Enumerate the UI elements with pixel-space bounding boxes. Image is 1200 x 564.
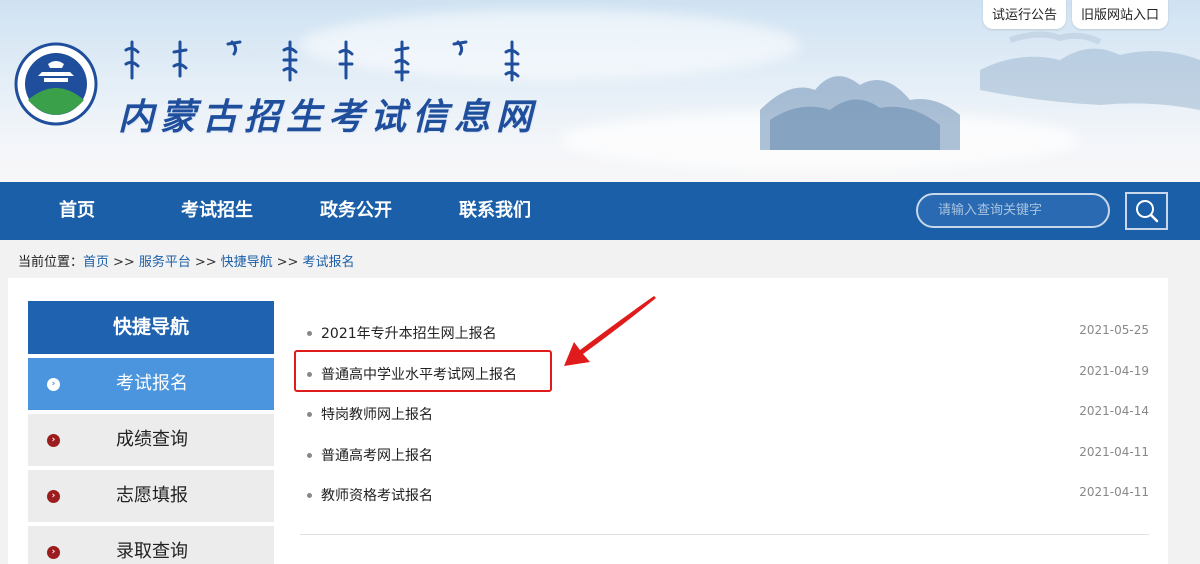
trial-notice-link[interactable]: 试运行公告 xyxy=(982,0,1066,29)
list-item: 2021年专升本招生网上报名 2021-05-25 xyxy=(307,323,1149,345)
search-input[interactable] xyxy=(916,193,1110,228)
sidebar-item-admission-query[interactable]: › 录取查询 xyxy=(28,526,274,564)
nav-government-affairs[interactable]: 政务公开 xyxy=(320,182,392,240)
list-item-title[interactable]: 特岗教师网上报名 xyxy=(321,404,433,424)
nav-home[interactable]: 首页 xyxy=(59,182,95,240)
list-item-date: 2021-04-11 xyxy=(1079,485,1149,499)
list-item-title[interactable]: 2021年专升本招生网上报名 xyxy=(321,323,497,343)
mongolian-script-logo xyxy=(124,40,520,82)
mountain-landscape-image xyxy=(760,31,1200,150)
list-item-date: 2021-05-25 xyxy=(1079,323,1149,337)
bullet-icon xyxy=(307,412,312,417)
list-item-date: 2021-04-11 xyxy=(1079,445,1149,459)
annotation-highlight-box xyxy=(294,350,552,392)
search-icon xyxy=(1136,200,1159,223)
sidebar-item-label: 志愿填报 xyxy=(116,485,188,506)
bullet-icon xyxy=(307,331,312,336)
breadcrumb-service-platform[interactable]: 服务平台 xyxy=(139,255,191,270)
old-site-link[interactable]: 旧版网站入口 xyxy=(1071,0,1168,29)
sidebar-item-label: 考试报名 xyxy=(116,373,188,394)
sidebar-item-score-query[interactable]: › 成绩查询 xyxy=(28,414,274,466)
list-divider xyxy=(300,534,1149,535)
breadcrumb-quick-nav[interactable]: 快捷导航 xyxy=(221,255,273,270)
list-item-title[interactable]: 教师资格考试报名 xyxy=(321,485,433,505)
nav-contact-us[interactable]: 联系我们 xyxy=(459,182,531,240)
list-item: 普通高考网上报名 2021-04-11 xyxy=(307,445,1149,467)
sidebar-item-label: 成绩查询 xyxy=(116,429,188,450)
chevron-right-icon: › xyxy=(47,546,60,559)
header-banner: 试运行公告 旧版网站入口 内蒙古招生考试信息网 xyxy=(0,0,1200,182)
breadcrumb-exam-registration[interactable]: 考试报名 xyxy=(302,255,354,270)
site-logo xyxy=(14,42,98,126)
breadcrumb: 当前位置：首页 >> 服务平台 >> 快捷导航 >> 考试报名 xyxy=(18,251,354,270)
breadcrumb-home[interactable]: 首页 xyxy=(83,255,109,270)
nav-exam-enrollment[interactable]: 考试招生 xyxy=(181,182,253,240)
list-item-date: 2021-04-19 xyxy=(1079,364,1149,378)
sidebar-item-application-filling[interactable]: › 志愿填报 xyxy=(28,470,274,522)
sidebar-item-label: 录取查询 xyxy=(116,541,188,562)
sidebar-header: 快捷导航 xyxy=(28,301,274,354)
breadcrumb-prefix: 当前位置： xyxy=(18,255,84,270)
search-button[interactable] xyxy=(1125,192,1168,230)
list-item: 特岗教师网上报名 2021-04-14 xyxy=(307,404,1149,426)
list-item-date: 2021-04-14 xyxy=(1079,404,1149,418)
sidebar-item-exam-registration[interactable]: › 考试报名 xyxy=(28,358,274,410)
breadcrumb-separator: >> xyxy=(194,255,217,270)
breadcrumb-separator: >> xyxy=(276,255,299,270)
chevron-right-icon: › xyxy=(47,490,60,503)
annotation-arrow-icon xyxy=(564,296,656,366)
site-title: 内蒙古招生考试信息网 xyxy=(118,96,539,138)
bullet-icon xyxy=(307,493,312,498)
list-item-title[interactable]: 普通高考网上报名 xyxy=(321,445,433,465)
bullet-icon xyxy=(307,453,312,458)
list-item: 教师资格考试报名 2021-04-11 xyxy=(307,485,1149,507)
chevron-right-icon: › xyxy=(47,378,60,391)
breadcrumb-separator: >> xyxy=(113,255,135,270)
chevron-right-icon: › xyxy=(47,434,60,447)
top-links: 试运行公告 旧版网站入口 xyxy=(982,0,1168,29)
